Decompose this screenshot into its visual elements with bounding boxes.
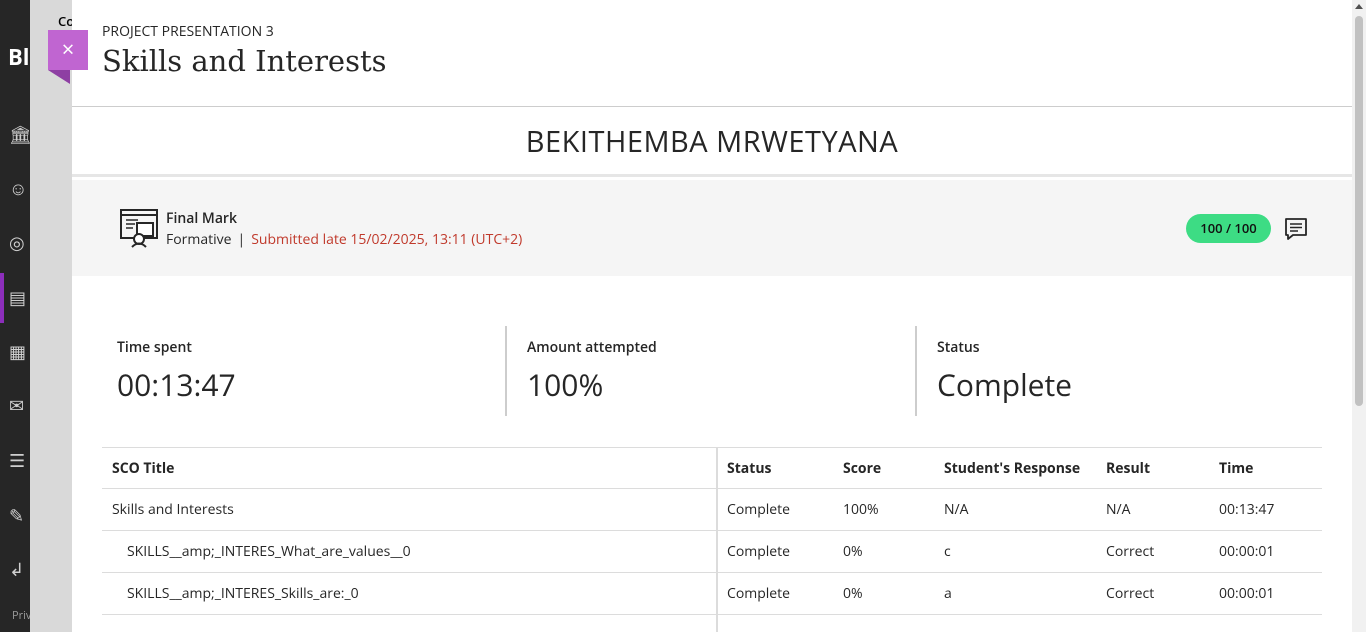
cell-sco-title: Skills and Interests bbox=[112, 500, 234, 519]
close-button[interactable]: × bbox=[48, 30, 88, 70]
header-status: Status bbox=[727, 459, 772, 478]
privacy-link[interactable]: Priv bbox=[12, 608, 31, 623]
stat-value: 100% bbox=[527, 364, 604, 405]
final-mark-bar: Final Mark Formative | Submitted late 15/0… bbox=[72, 180, 1352, 276]
cell-result: Correct bbox=[1106, 542, 1155, 561]
header-sco-title: SCO Title bbox=[112, 459, 175, 478]
cell-time: 00:00:01 bbox=[1219, 584, 1275, 603]
scroll-up-arrow[interactable] bbox=[1355, 4, 1363, 9]
grades-icon[interactable]: ☰ bbox=[9, 450, 31, 472]
submission-status: Submitted late 15/02/2025, 13:11 (UTC+2) bbox=[251, 230, 523, 249]
panel-header: PROJECT PRESENTATION 3 Skills and Intere… bbox=[72, 0, 1352, 107]
stat-label: Amount attempted bbox=[527, 338, 657, 357]
cell-status: Complete bbox=[727, 542, 791, 561]
cell-status: Complete bbox=[727, 584, 791, 603]
cell-sco-title: SKILLS__amp;_INTERES_Skills_are:_0 bbox=[127, 584, 359, 603]
close-button-tail bbox=[48, 70, 70, 84]
tools-icon[interactable]: ✎ bbox=[9, 505, 31, 527]
cell-result: Correct bbox=[1106, 584, 1155, 603]
mark-type: Formative bbox=[166, 230, 232, 249]
cell-score: 100% bbox=[843, 500, 879, 519]
panel-kicker: PROJECT PRESENTATION 3 bbox=[102, 22, 274, 41]
header-time: Time bbox=[1219, 459, 1254, 478]
table-row: SKILLS__amp;_INTERES_Skills_are:_0 Compl… bbox=[102, 573, 1322, 615]
grade-pill[interactable]: 100 / 100 bbox=[1186, 214, 1271, 243]
cell-student-response: a bbox=[944, 584, 952, 603]
table-header-row: SCO Title Status Score Student's Respons… bbox=[102, 447, 1322, 489]
cell-score: 0% bbox=[843, 542, 863, 561]
panel-title: Skills and Interests bbox=[102, 44, 387, 78]
cell-time: 00:13:47 bbox=[1219, 500, 1275, 519]
stat-label: Status bbox=[937, 338, 980, 357]
final-mark-label: Final Mark bbox=[166, 209, 237, 228]
stat-label: Time spent bbox=[117, 338, 192, 357]
stat-value: 00:13:47 bbox=[117, 364, 236, 405]
stat-divider bbox=[505, 326, 507, 416]
table-row: SKILLS__amp;_INTERES_What_are_values__0 … bbox=[102, 531, 1322, 573]
cell-sco-title: SKILLS__amp;_INTERES_What_are_values__0 bbox=[127, 542, 411, 561]
attempt-panel: PROJECT PRESENTATION 3 Skills and Intere… bbox=[72, 0, 1352, 632]
courses-icon[interactable]: ▤ bbox=[9, 287, 31, 309]
scroll-thumb[interactable] bbox=[1355, 16, 1363, 406]
institution-icon[interactable]: 🏛 bbox=[9, 124, 32, 146]
cell-time: 00:00:01 bbox=[1219, 542, 1275, 561]
cell-student-response: c bbox=[944, 542, 951, 561]
feedback-icon[interactable] bbox=[1284, 217, 1308, 241]
cell-score: 0% bbox=[843, 584, 863, 603]
background-nav: Bl 🏛 ☺ ◎ ▤ ▦ ✉ ☰ ✎ ↲ Priv bbox=[0, 0, 32, 632]
mail-icon[interactable]: ✉ bbox=[9, 395, 31, 417]
sco-table: SCO Title Status Score Student's Respons… bbox=[102, 447, 1322, 632]
student-name: BEKITHEMBA MRWETYANA bbox=[72, 107, 1352, 177]
header-student-response: Student's Response bbox=[944, 459, 1081, 478]
cell-student-response: N/A bbox=[944, 500, 969, 519]
certificate-icon bbox=[120, 209, 158, 248]
globe-icon[interactable]: ◎ bbox=[9, 232, 31, 254]
user-icon[interactable]: ☺ bbox=[9, 178, 31, 200]
header-score: Score bbox=[843, 459, 882, 478]
background-content: Co bbox=[30, 0, 74, 632]
final-mark-meta: Formative | Submitted late 15/02/2025, 13:… bbox=[166, 230, 522, 249]
sign-out-icon[interactable]: ↲ bbox=[9, 559, 31, 581]
stat-value: Complete bbox=[937, 364, 1073, 405]
active-nav-indicator bbox=[0, 273, 4, 323]
cell-status: Complete bbox=[727, 500, 791, 519]
calendar-icon[interactable]: ▦ bbox=[9, 341, 31, 363]
meta-separator: | bbox=[237, 230, 246, 249]
vertical-scrollbar[interactable] bbox=[1352, 0, 1366, 632]
stat-divider bbox=[915, 326, 917, 416]
table-row: Skills and Interests Complete 100% N/A N… bbox=[102, 489, 1322, 531]
cell-result: N/A bbox=[1106, 500, 1131, 519]
header-result: Result bbox=[1106, 459, 1151, 478]
brand-logo: Bl bbox=[8, 42, 30, 72]
